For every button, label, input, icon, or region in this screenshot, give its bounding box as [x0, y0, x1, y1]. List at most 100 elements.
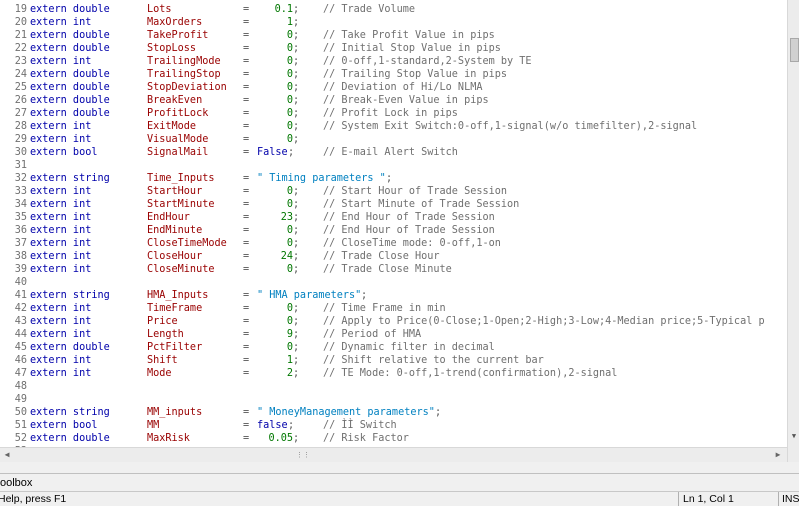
code-comment: // Shift relative to the current bar	[323, 355, 544, 366]
code-operator: ;	[293, 17, 300, 28]
code-line[interactable]: 51 extern bool MM = false; // ÌÌ Switch	[0, 419, 787, 432]
vertical-scrollbar[interactable]: ▼	[787, 0, 799, 462]
code-operator: =	[243, 264, 250, 275]
code-keyword: extern double	[30, 43, 110, 54]
code-comment: // Period of HMA	[323, 329, 422, 340]
scroll-left-arrow-icon[interactable]: ◀	[2, 450, 12, 460]
code-keyword: false	[257, 420, 288, 431]
code-line[interactable]: 46 extern int Shift = 1;// Shift relative to…	[0, 354, 787, 367]
code-identifier: MM_inputs	[147, 407, 203, 418]
code-operator: ;	[293, 56, 300, 67]
code-keyword: extern int	[30, 17, 92, 28]
code-line[interactable]: 43 extern int Price = 0;// Apply to Price(0-…	[0, 315, 787, 328]
code-value: 24	[280, 251, 293, 262]
code-line[interactable]: 48	[0, 380, 787, 393]
code-line[interactable]: 49	[0, 393, 787, 406]
scroll-down-arrow-icon[interactable]: ▼	[790, 432, 798, 440]
vertical-scroll-thumb[interactable]	[790, 38, 799, 62]
status-insert-mode: INS	[778, 492, 799, 506]
code-operator: =	[243, 186, 250, 197]
line-number: 48	[14, 381, 27, 392]
line-number: 45	[14, 342, 27, 353]
code-operator: =	[243, 134, 250, 145]
code-keyword: extern int	[30, 212, 92, 223]
code-line[interactable]: 35 extern int EndHour = 23; // End Hour of Tr…	[0, 211, 787, 224]
code-keyword: extern double	[30, 342, 110, 353]
code-line[interactable]: 19 extern double Lots = 0.1; // Trade Volume	[0, 3, 787, 16]
code-line[interactable]: 36 extern int EndMinute = 0;// End Hour of T…	[0, 224, 787, 237]
code-operator: ;	[293, 186, 300, 197]
code-operator: =	[243, 355, 250, 366]
code-line[interactable]: 27 extern double ProfitLock = 0;// Profit Lo…	[0, 107, 787, 120]
code-operator: =	[243, 342, 250, 353]
status-bar: Help, press F1 Ln 1, Col 1 INS	[0, 491, 799, 506]
code-line[interactable]: 26 extern double BreakEven = 0;// Break-Even…	[0, 94, 787, 107]
line-number: 34	[14, 199, 27, 210]
code-operator: =	[243, 368, 250, 379]
code-operator: ;	[293, 95, 300, 106]
code-line[interactable]: 20 extern int MaxOrders = 1;	[0, 16, 787, 29]
toolbox-label: oolbox	[0, 477, 33, 489]
code-operator: ;	[293, 82, 300, 93]
code-editor[interactable]: 19 extern double Lots = 0.1;// Trade Volume 2…	[0, 0, 787, 447]
code-identifier: CloseHour	[147, 251, 203, 262]
line-number: 20	[14, 17, 27, 28]
code-comment: // End Hour of Trade Session	[323, 225, 495, 236]
line-number: 26	[14, 95, 27, 106]
code-line[interactable]: 38 extern int CloseHour = 24; // Trade Close …	[0, 250, 787, 263]
code-comment: // Apply to Price(0-Close;1-Open;2-High;…	[323, 316, 765, 327]
code-line[interactable]: 23 extern int TrailingMode = 0;// 0-off,1-st…	[0, 55, 787, 68]
code-identifier: VisualMode	[147, 134, 209, 145]
code-line[interactable]: 32 extern string Time_Inputs = " Timing para…	[0, 172, 787, 185]
code-line[interactable]: 24 extern double TrailingStop = 0;// Trailin…	[0, 68, 787, 81]
code-identifier: StartMinute	[147, 199, 215, 210]
code-operator: =	[243, 147, 250, 158]
code-line[interactable]: 44 extern int Length = 9;// Period of HMA	[0, 328, 787, 341]
line-number: 28	[14, 121, 27, 132]
code-keyword: extern int	[30, 368, 92, 379]
line-number: 51	[14, 420, 27, 431]
code-line[interactable]: 52 extern double MaxRisk = 0.05; // Risk Fact…	[0, 432, 787, 445]
code-line[interactable]: 29 extern int VisualMode = 0;	[0, 133, 787, 146]
code-line[interactable]: 47 extern int Mode = 2;// TE Mode: 0-off,1-t…	[0, 367, 787, 380]
code-line[interactable]: 33 extern int StartHour = 0;// Start Hour of…	[0, 185, 787, 198]
code-operator: =	[243, 251, 250, 262]
code-line[interactable]: 42 extern int TimeFrame = 0;// Time Frame in…	[0, 302, 787, 315]
code-keyword: extern int	[30, 134, 92, 145]
code-operator: =	[243, 43, 250, 54]
code-operator: ;	[293, 251, 300, 262]
code-operator: ;	[293, 303, 300, 314]
code-line[interactable]: 45 extern double PctFilter = 0;// Dynamic fi…	[0, 341, 787, 354]
code-line[interactable]: 34 extern int StartMinute = 0;// Start Minut…	[0, 198, 787, 211]
code-line[interactable]: 21 extern double TakeProfit = 0;// Take Prof…	[0, 29, 787, 42]
code-identifier: MaxRisk	[147, 433, 190, 444]
code-identifier: PctFilter	[147, 342, 203, 353]
code-line[interactable]: 41 extern string HMA_Inputs = " HMA paramete…	[0, 289, 787, 302]
code-line[interactable]: 40	[0, 276, 787, 289]
code-line[interactable]: 28 extern int ExitMode = 0;// System Exit Sw…	[0, 120, 787, 133]
code-operator: ;	[293, 199, 300, 210]
code-operator: ;	[293, 368, 300, 379]
code-line[interactable]: 31	[0, 159, 787, 172]
scroll-right-arrow-icon[interactable]: ▶	[773, 450, 783, 460]
horizontal-scrollbar[interactable]: ◀ ⋮⋮ ▶	[0, 447, 787, 462]
code-operator: ;	[293, 225, 300, 236]
code-string: " MoneyManagement parameters"	[257, 407, 435, 418]
code-line[interactable]: 22 extern double StopLoss = 0;// Initial Sto…	[0, 42, 787, 55]
code-keyword: extern int	[30, 121, 92, 132]
code-keyword: extern double	[30, 4, 110, 15]
code-line[interactable]: 30 extern bool SignalMail = False; // E-mail …	[0, 146, 787, 159]
code-operator: =	[243, 316, 250, 327]
code-line[interactable]: 50 extern string MM_inputs = " MoneyManageme…	[0, 406, 787, 419]
scroll-grip-icon[interactable]: ⋮⋮	[296, 451, 310, 459]
code-operator: =	[243, 95, 250, 106]
code-line[interactable]: 37 extern int CloseTimeMode = 0;// CloseTime…	[0, 237, 787, 250]
code-operator: ;	[293, 238, 300, 249]
code-line[interactable]: 25 extern double StopDeviation = 0;// Deviat…	[0, 81, 787, 94]
toolbox-bar[interactable]: oolbox	[0, 473, 799, 492]
code-identifier: Mode	[147, 368, 172, 379]
code-comment: // Take Profit Value in pips	[323, 30, 495, 41]
code-comment: // Risk Factor	[323, 433, 409, 444]
line-number: 41	[14, 290, 27, 301]
code-line[interactable]: 39 extern int CloseMinute = 0;// Trade Close…	[0, 263, 787, 276]
